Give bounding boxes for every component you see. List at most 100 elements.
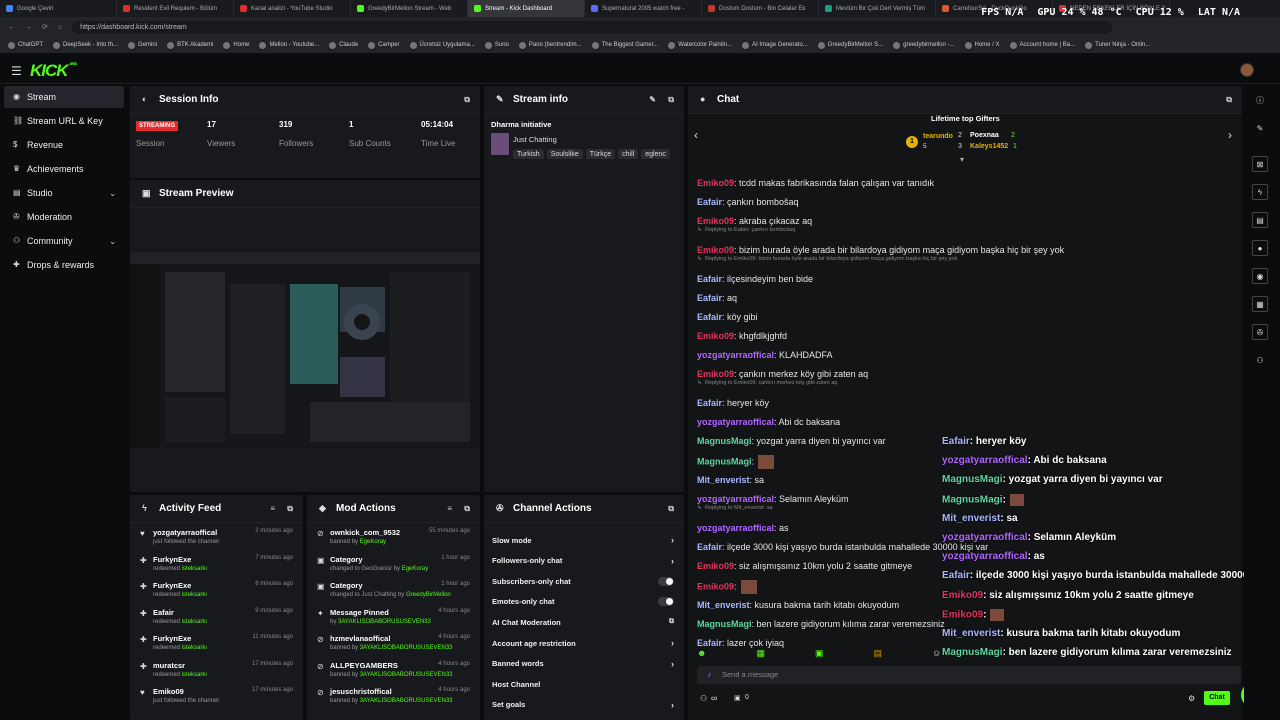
bookmark-item[interactable]: The Biggest Gamer... — [591, 41, 658, 49]
channel-action-account-age-restriction[interactable]: Account age restriction › — [492, 633, 676, 653]
tag-chip[interactable]: eglenc — [641, 149, 670, 159]
chat-input-placeholder[interactable]: Send a message — [722, 670, 778, 679]
sidebar-item-revenue[interactable]: $ Revenue — [4, 134, 124, 156]
browser-tab[interactable]: Dostum Dostum - Bin Celalar Ek — [702, 0, 819, 17]
url-field[interactable]: https://dashboard.kick.com/stream — [72, 20, 1113, 34]
settings-gear-icon[interactable]: ⚙ — [1188, 694, 1195, 703]
chat-username[interactable]: Eafair — [697, 542, 722, 552]
mod-actor[interactable]: 3AYAKLISOBABORUSUSEVEN33 — [338, 619, 431, 625]
chat-username[interactable]: Mit_enverist — [697, 475, 750, 485]
bookmark-item[interactable]: Home / X — [964, 41, 1000, 49]
activity-user[interactable]: Eafair — [153, 608, 174, 617]
mod-target[interactable]: Category — [330, 555, 363, 564]
mod-actor[interactable]: EgeKoray — [360, 539, 386, 545]
channel-action-followers-only-chat[interactable]: Followers-only chat › — [492, 551, 676, 571]
gifter-name-2[interactable]: Poexnaa — [970, 132, 999, 139]
sidebar-item-achievements[interactable]: ♛ Achievements — [4, 158, 124, 180]
emote-icon[interactable]: ☻ — [697, 648, 706, 662]
channel-action-slow-mode[interactable]: Slow mode › — [492, 530, 676, 550]
tag-chip[interactable]: Soulslike — [546, 149, 583, 159]
chat-tool-icon[interactable]: ● — [1252, 240, 1268, 256]
emote-icon[interactable]: ▦ — [756, 648, 765, 662]
mod-target[interactable]: ownkick_com_9532 — [330, 528, 400, 537]
chat-username[interactable]: Emiko09 — [697, 216, 734, 226]
mod-actor[interactable]: EgeKoray — [402, 566, 428, 572]
clipboard-icon[interactable]: ▤ — [1252, 212, 1268, 228]
channel-action-subscribers-only-chat[interactable]: Subscribers-only chat — [492, 571, 676, 591]
chat-username[interactable]: Eafair — [697, 197, 722, 207]
toggle-switch[interactable] — [658, 576, 674, 586]
emote-icon[interactable]: ☺ — [932, 648, 941, 662]
chat-username[interactable]: Mit_enverist — [697, 600, 750, 610]
channel-action-ai-chat-moderation[interactable]: AI Chat Moderation ⧉ — [492, 612, 676, 632]
popout-icon[interactable]: ⧉ — [668, 504, 674, 514]
bookmark-item[interactable]: Gemini — [128, 41, 157, 49]
popout-icon[interactable]: ⧉ — [668, 95, 674, 105]
kick-logo[interactable]: KICK BETA — [30, 61, 77, 81]
mod-actor[interactable]: 3AYAKLISOBABORUSUSEVEN33 — [360, 698, 453, 704]
gifter-name-3[interactable]: Kaleys1452 — [970, 143, 1008, 150]
chevron-left-icon[interactable]: ‹ — [694, 128, 698, 142]
emote-icon[interactable]: ▣ — [815, 648, 824, 662]
tag-chip[interactable]: Türkçe — [585, 149, 616, 159]
stream-preview-video[interactable] — [130, 252, 480, 448]
filter-icon[interactable]: ≡ — [270, 504, 275, 513]
chevron-down-icon[interactable]: ⌄ — [109, 189, 116, 198]
chat-username[interactable]: Eafair — [697, 312, 722, 322]
bookmark-item[interactable]: GreedyBirMellon S... — [817, 41, 883, 49]
chat-username[interactable]: Eafair — [697, 293, 722, 303]
forward-icon[interactable]: → — [25, 24, 32, 31]
edit-icon[interactable]: ✎ — [649, 95, 656, 104]
popout-icon[interactable]: ⧉ — [464, 504, 470, 514]
chat-username[interactable]: Emiko09 — [697, 178, 734, 188]
activity-user[interactable]: muratcsr — [153, 661, 185, 670]
broadcast-tool-icon[interactable]: ◉ — [1252, 268, 1268, 284]
bookmark-item[interactable]: Watercolor Paintin... — [668, 41, 732, 49]
moderation-tool-icon[interactable]: ⊠ — [1252, 156, 1268, 172]
sidebar-item-stream[interactable]: ◉ Stream — [4, 86, 124, 108]
people-tool-icon[interactable]: ⚇ — [1252, 352, 1268, 368]
bookmark-item[interactable]: ChatGPT — [8, 41, 43, 49]
chevron-right-icon[interactable]: › — [1228, 128, 1232, 142]
activity-user[interactable]: yozgatyarraoffical — [153, 528, 217, 537]
chevron-right-icon[interactable]: › — [671, 638, 674, 648]
chat-username[interactable]: yozgatyarraoffical — [697, 350, 774, 360]
bookmark-item[interactable]: Claude — [329, 41, 358, 49]
bookmark-item[interactable]: BTK Akademi — [167, 41, 213, 49]
mod-actor[interactable]: GreedyBirMellon — [406, 592, 451, 598]
mod-target[interactable]: jesuschristoffical — [330, 687, 392, 696]
browser-tab[interactable]: Resident Evil Requiem - Bölüm — [117, 0, 234, 17]
bookmark-item[interactable]: Suno — [484, 41, 509, 49]
channel-action-banned-words[interactable]: Banned words › — [492, 654, 676, 674]
bookmark-item[interactable]: Home — [223, 41, 249, 49]
bookmark-item[interactable]: Tuner Ninja - Onlin... — [1085, 41, 1150, 49]
bookmark-item[interactable]: DeepSeek - Into th... — [53, 41, 118, 49]
sidebar-item-moderation[interactable]: ✇ Moderation — [4, 206, 124, 228]
chevron-right-icon[interactable]: › — [671, 700, 674, 710]
bookmark-item[interactable]: Pano (bentrendim... — [518, 41, 582, 49]
external-link-icon[interactable]: ⧉ — [669, 618, 674, 626]
bookmark-item[interactable]: AI Image Generato... — [742, 41, 808, 49]
bookmark-item[interactable]: Camper — [368, 41, 400, 49]
mod-actor[interactable]: 3AYAKLISOBABORUSUSEVEN33 — [360, 645, 453, 651]
chat-username[interactable]: Emiko09 — [697, 561, 734, 571]
sidebar-item-stream-url-key[interactable]: ⛓ Stream URL & Key — [4, 110, 124, 132]
wrench-tool-icon[interactable]: ✇ — [1252, 324, 1268, 340]
reload-icon[interactable]: ⟳ — [42, 23, 48, 31]
channel-action-set-goals[interactable]: Set goals › — [492, 695, 676, 715]
chat-input-box[interactable]: ♪ Send a message — [697, 666, 1241, 684]
sidebar-item-studio[interactable]: ▤ Studio ⌄ — [4, 182, 124, 204]
bookmark-item[interactable]: Ücretsiz Uygulama... — [409, 41, 475, 49]
mod-target[interactable]: ALLPEYGAMBERS — [330, 661, 398, 670]
chat-username[interactable]: Eafair — [697, 638, 722, 648]
activity-user[interactable]: FurkynExe — [153, 555, 191, 564]
channel-action-emotes-only-chat[interactable]: Emotes-only chat — [492, 592, 676, 612]
bookmark-item[interactable]: Account home | Ba... — [1009, 41, 1075, 49]
back-icon[interactable]: ← — [8, 24, 15, 31]
browser-tab[interactable]: Google Çeviri — [0, 0, 117, 17]
mod-target[interactable]: Message Pinned — [330, 608, 389, 617]
chat-username[interactable]: yozgatyarraoffical — [697, 523, 774, 533]
chat-username[interactable]: yozgatyarraoffical — [697, 494, 774, 504]
chat-username[interactable]: MagnusMagi — [697, 619, 752, 629]
channel-action-host-channel[interactable]: Host Channel — [492, 674, 676, 694]
